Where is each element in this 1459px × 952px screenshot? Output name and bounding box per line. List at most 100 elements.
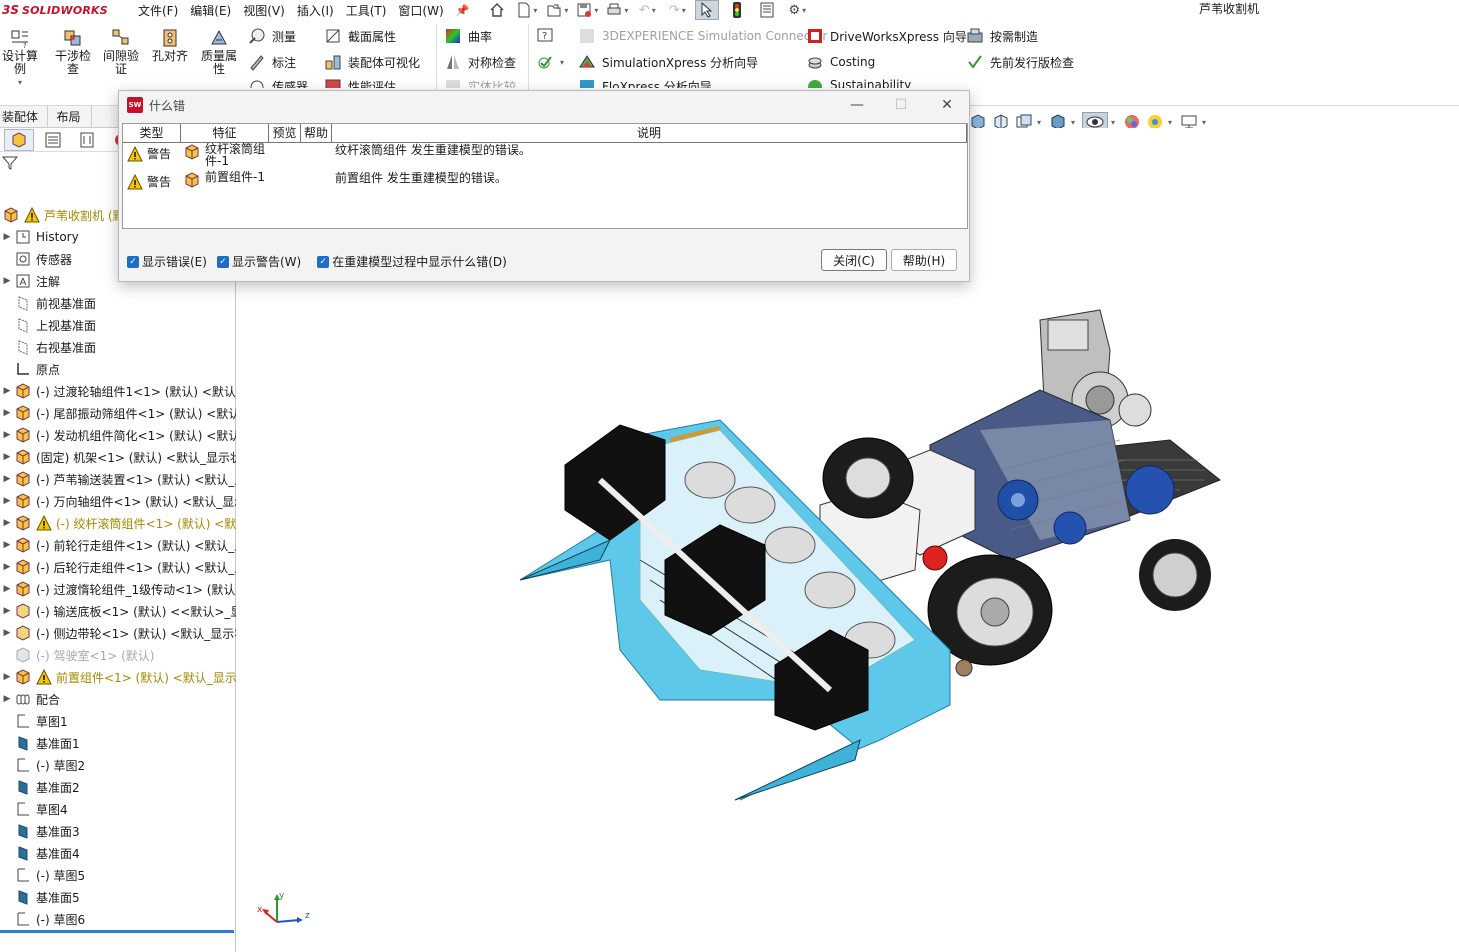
dropdown-arrow-icon[interactable]: ▾ [560, 58, 564, 67]
home-icon[interactable] [485, 0, 509, 20]
assembly-visualization-button[interactable]: 装配体可视化 [324, 52, 420, 72]
open-icon[interactable]: ▾ [545, 0, 569, 20]
tree-item[interactable]: 基准面3 [0, 820, 236, 842]
tree-item[interactable]: ▶ (-) 芦苇输送装置<1> (默认) <默认_显示状态 1> [0, 468, 236, 490]
tree-item[interactable]: ▶ (-) 前轮行走组件<1> (默认) <默认_显示状态 1> [0, 534, 236, 556]
tree-item[interactable]: (-) 草图6 [0, 908, 236, 930]
maximize-icon[interactable]: ☐ [891, 96, 911, 114]
menu-file[interactable]: 文件(F) [138, 2, 178, 19]
column-header-description[interactable]: 说明 [332, 124, 967, 143]
expand-arrow-icon[interactable]: ▶ [0, 562, 14, 572]
expand-arrow-icon[interactable]: ▶ [0, 452, 14, 462]
menu-edit[interactable]: 编辑(E) [190, 2, 231, 19]
tree-item[interactable]: ▶ (-) 输送底板<1> (默认) <<默认>_显示状态 1> [0, 600, 236, 622]
tree-item[interactable]: ▶ 配合 [0, 688, 236, 710]
tree-item[interactable]: ▶ (-) 尾部振动筛组件<1> (默认) <默认_显示状态 1> [0, 402, 236, 424]
solidworks-logo[interactable]: 3S SOLIDWORKS [2, 3, 152, 17]
expand-arrow-icon[interactable]: ▶ [0, 386, 14, 396]
column-header-feature[interactable]: 特征 [181, 124, 269, 143]
show-warnings-checkbox[interactable]: ✓ 显示警告(W) [216, 253, 301, 270]
print-icon[interactable]: ▾ [605, 0, 629, 20]
tree-item[interactable]: 前视基准面 [0, 292, 236, 314]
expand-arrow-icon[interactable]: ▶ [0, 606, 14, 616]
tree-item[interactable]: (-) 驾驶室<1> (默认) [0, 644, 236, 666]
tree-item[interactable]: (-) 草图5 [0, 864, 236, 886]
dropdown-arrow-icon[interactable]: ▾ [1168, 118, 1176, 127]
new-document-icon[interactable]: ▾ [515, 0, 539, 20]
previous-release-check-button[interactable]: 先前发行版检查 [966, 52, 1074, 72]
expand-arrow-icon[interactable]: ▶ [0, 496, 14, 506]
table-row[interactable]: 警告 纹杆滚筒组件-1 纹杆滚筒组件 发生重建模型的错误。 [123, 143, 967, 171]
tab-assembly[interactable]: 装配体 [0, 106, 48, 128]
tree-item[interactable]: 基准面2 [0, 776, 236, 798]
tree-item[interactable]: ▶ (-) 过渡轮轴组件1<1> (默认) <默认_显示状态 1> [0, 380, 236, 402]
pin-icon[interactable]: 📌 [456, 4, 470, 17]
on-demand-manufacturing-button[interactable]: 按需制造 [966, 26, 1038, 46]
tree-item[interactable]: 右视基准面 [0, 336, 236, 358]
tree-item[interactable]: ▶ 前置组件<1> (默认) <默认_显示状态 1> [0, 666, 236, 688]
filter-icon[interactable] [2, 155, 18, 171]
simulation-connector-button[interactable]: 3DEXPERIENCE Simulation Connector [578, 26, 827, 46]
mass-properties-button[interactable]: 质量属 性 [196, 28, 242, 76]
show-errors-checkbox[interactable]: ✓ 显示错误(E) [127, 253, 207, 270]
tree-item[interactable]: ▶ (固定) 机架<1> (默认) <默认_显示状态 1> [0, 446, 236, 468]
tree-item[interactable]: ▶ (-) 发动机组件简化<1> (默认) <默认_显示状态 1> [0, 424, 236, 446]
configuration-manager-tab-icon[interactable] [72, 129, 102, 151]
tree-item[interactable]: 基准面4 [0, 842, 236, 864]
tree-item[interactable]: ▶ (-) 绞杆滚筒组件<1> (默认) <默认_显示状态 1> [0, 512, 236, 534]
expand-arrow-icon[interactable]: ▶ [0, 584, 14, 594]
performance-evaluation-button[interactable]: 性能评估 [324, 78, 396, 88]
redo-icon[interactable]: ↷ ▾ [665, 0, 689, 20]
show-during-rebuild-checkbox[interactable]: ✓ 在重建模型过程中显示什么错(D) [317, 253, 507, 270]
measure-button[interactable]: 测量 [248, 26, 296, 46]
checkmark-icon[interactable]: ✓ [127, 255, 139, 268]
select-arrow-icon[interactable] [695, 0, 720, 20]
simulationxpress-button[interactable]: SimulationXpress 分析向导 [578, 52, 758, 72]
floxpress-button[interactable]: FloXpress 分析向导 [578, 78, 712, 88]
column-header-help[interactable]: 帮助 [301, 124, 332, 143]
feature-tree-tab-icon[interactable] [4, 128, 34, 151]
curvature-button[interactable]: 曲率 [444, 26, 492, 46]
close-icon[interactable]: ✕ [937, 96, 957, 114]
dropdown-arrow-icon[interactable]: ▾ [1111, 118, 1119, 127]
save-icon[interactable]: ▾ [575, 0, 599, 20]
column-header-preview[interactable]: 预览 [269, 124, 301, 143]
close-button[interactable]: 关闭(C) [821, 249, 887, 271]
expand-arrow-icon[interactable]: ▶ [0, 628, 14, 638]
dropdown-arrow-icon[interactable]: ▾ [1202, 118, 1210, 127]
tree-item[interactable]: ▶ (-) 后轮行走组件<1> (默认) <默认_显示状态 1> [0, 556, 236, 578]
menu-insert[interactable]: 插入(I) [297, 2, 334, 19]
expand-arrow-icon[interactable]: ▶ [0, 232, 14, 242]
tree-item[interactable]: ▶ (-) 万向轴组件<1> (默认) <默认_显示状态 1> [0, 490, 236, 512]
driveworksxpress-button[interactable]: DriveWorksXpress 向导 [806, 26, 967, 46]
compare-bodies-button[interactable]: 实体比较 [444, 78, 516, 88]
sensor-button[interactable]: 传感器 [248, 78, 308, 88]
tree-item[interactable]: ▶ (-) 侧边带轮<1> (默认) <默认_显示状态 1> [0, 622, 236, 644]
expand-arrow-icon[interactable]: ▶ [0, 694, 14, 704]
dropdown-arrow-icon[interactable]: ▾ [1037, 118, 1045, 127]
column-header-type[interactable]: 类型 [123, 124, 181, 143]
tree-item[interactable]: 基准面5 [0, 886, 236, 908]
tab-layout[interactable]: 布局 [48, 106, 92, 128]
undo-icon[interactable]: ↶ ▾ [635, 0, 659, 20]
design-study-button[interactable]: ? 设计算 例 ▾ [0, 28, 40, 89]
markup-button[interactable]: 标注 [248, 52, 296, 72]
options-gear-icon[interactable]: ⚙ ▾ [785, 0, 809, 20]
tree-item[interactable]: 草图4 [0, 798, 236, 820]
expand-arrow-icon[interactable]: ▶ [0, 276, 14, 286]
checkmark-icon[interactable]: ✓ [317, 255, 330, 268]
tree-item[interactable]: 基准面1 [0, 732, 236, 754]
file-properties-icon[interactable] [755, 0, 779, 20]
expand-arrow-icon[interactable]: ▶ [0, 672, 14, 682]
tree-item[interactable]: 原点 [0, 358, 236, 380]
sustainability-button[interactable]: Sustainability [806, 78, 911, 88]
interference-check-button[interactable]: 干涉检 查 [52, 28, 94, 76]
menu-tools[interactable]: 工具(T) [346, 2, 387, 19]
checkmark-icon[interactable]: ✓ [216, 255, 229, 268]
hole-alignment-button[interactable]: 孔对齐 [148, 28, 192, 63]
property-manager-tab-icon[interactable] [38, 129, 68, 151]
table-row[interactable]: 警告 前置组件-1 前置组件 发生重建模型的错误。 [123, 171, 967, 199]
tree-item[interactable]: 上视基准面 [0, 314, 236, 336]
clearance-verify-button[interactable]: 间隙验 证 [100, 28, 142, 76]
smart-check-button[interactable]: ▾ [536, 52, 564, 72]
